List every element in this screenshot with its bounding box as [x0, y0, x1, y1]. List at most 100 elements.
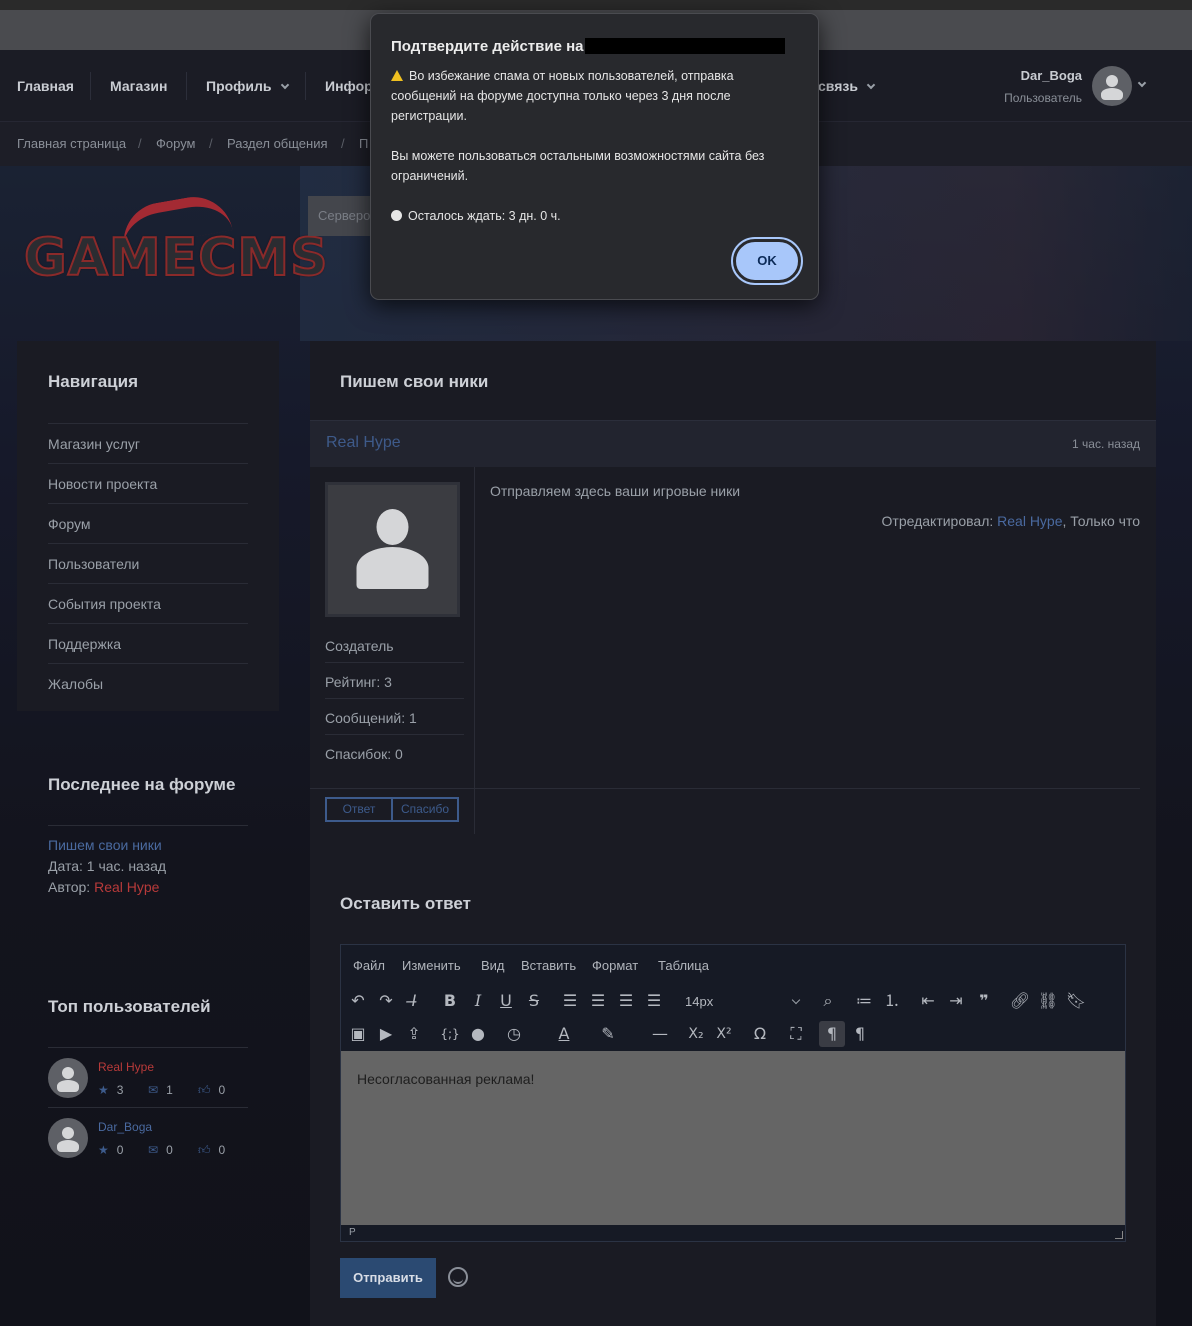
edited-label: Отредактировал:: [881, 513, 998, 529]
menu-table[interactable]: Таблица: [658, 958, 709, 973]
ok-button[interactable]: OK: [731, 237, 803, 285]
align-justify-icon[interactable]: ☰: [641, 988, 667, 1014]
top-user-name[interactable]: Dar_Boga: [98, 1120, 152, 1134]
chevron-down-icon: [280, 80, 289, 90]
upload-icon[interactable]: ⇪: [401, 1021, 427, 1047]
nav-home[interactable]: Главная: [17, 50, 74, 122]
topic-title: Пишем свои ники: [340, 372, 489, 391]
bookmark-icon[interactable]: 🔖︎: [1063, 988, 1089, 1014]
thumbs-up-icon: 👍︎: [198, 1143, 211, 1157]
media-icon[interactable]: ▶: [373, 1021, 399, 1047]
subscript-icon[interactable]: X₂: [683, 1021, 709, 1047]
ltr-direction-icon[interactable]: ¶: [819, 1021, 845, 1047]
menu-insert[interactable]: Вставить: [521, 958, 576, 973]
underline-icon[interactable]: U: [493, 988, 519, 1014]
blockquote-icon[interactable]: ❞: [971, 988, 997, 1014]
sidebar-latest-title: Последнее на форуме: [48, 775, 236, 794]
horizontal-rule-icon[interactable]: —: [647, 1021, 673, 1047]
breadcrumb-home[interactable]: Главная страница: [17, 136, 126, 151]
edited-by-link[interactable]: Real Hype: [997, 513, 1062, 529]
dialog-title: Подтвердите действие на: [391, 38, 584, 55]
sidebar-item-news[interactable]: Новости проекта: [48, 463, 248, 503]
menu-format[interactable]: Формат: [592, 958, 638, 973]
font-size-select[interactable]: 14px: [685, 989, 805, 1015]
bold-icon[interactable]: B: [437, 988, 463, 1014]
rtl-direction-icon[interactable]: ¶: [847, 1021, 873, 1047]
spoiler-icon[interactable]: ●: [465, 1021, 491, 1047]
indent-icon[interactable]: ⇥: [943, 988, 969, 1014]
user-silhouette-icon: [48, 1118, 88, 1158]
italic-icon[interactable]: I: [465, 988, 491, 1014]
divider: [48, 1047, 248, 1048]
breadcrumb-topic[interactable]: П: [359, 136, 368, 151]
sidebar-item-forum[interactable]: Форум: [48, 503, 248, 543]
superscript-icon[interactable]: X²: [711, 1021, 737, 1047]
browser-top-strip: [0, 0, 1192, 10]
align-center-icon[interactable]: ☰: [585, 988, 611, 1014]
top-user-thanks-value: 0: [218, 1083, 226, 1097]
reply-button[interactable]: Ответ: [325, 797, 393, 822]
special-char-icon[interactable]: Ω: [747, 1021, 773, 1047]
sidebar-item-shop[interactable]: Магазин услуг: [48, 423, 248, 463]
post-author-rating: Рейтинг: 3: [325, 674, 392, 690]
user-role: Пользователь: [1004, 91, 1082, 105]
sidebar-item-support[interactable]: Поддержка: [48, 623, 248, 663]
bullet-list-icon[interactable]: ≔: [851, 988, 877, 1014]
menu-view[interactable]: Вид: [481, 958, 505, 973]
fullscreen-icon[interactable]: ⛶: [783, 1021, 809, 1047]
site-logo[interactable]: GAMECMS: [23, 227, 329, 289]
clear-format-icon[interactable]: I̶: [401, 988, 427, 1014]
thanks-button[interactable]: Спасибо: [391, 797, 459, 822]
sidebar-item-complaints[interactable]: Жалобы: [48, 663, 248, 703]
top-user-name[interactable]: Real Hype: [98, 1060, 154, 1074]
highlight-icon[interactable]: ✎: [595, 1021, 621, 1047]
menu-file[interactable]: Файл: [353, 958, 385, 973]
user-silhouette-icon: [328, 485, 457, 614]
avatar[interactable]: [48, 1118, 88, 1158]
search-icon[interactable]: ⌕: [815, 988, 841, 1014]
post-author-avatar[interactable]: [325, 482, 460, 617]
image-icon[interactable]: ▣: [345, 1021, 371, 1047]
unlink-icon[interactable]: ⛓: [1035, 988, 1061, 1014]
text-color-icon[interactable]: A: [551, 1021, 577, 1047]
breadcrumb-section[interactable]: Раздел общения: [227, 136, 328, 151]
editor-content-area[interactable]: Несогласованная реклама!: [341, 1051, 1125, 1225]
link-icon[interactable]: 🔗︎: [1007, 988, 1033, 1014]
resize-handle-icon[interactable]: [1115, 1231, 1123, 1239]
nav-profile[interactable]: Профиль: [206, 50, 289, 122]
editor-text: Несогласованная реклама!: [357, 1071, 535, 1087]
nav-info[interactable]: Инфор: [325, 50, 373, 122]
divider: [325, 698, 464, 699]
avatar[interactable]: [48, 1058, 88, 1098]
menu-edit[interactable]: Изменить: [402, 958, 461, 973]
user-name[interactable]: Dar_Boga: [980, 68, 1082, 83]
code-icon[interactable]: {;}: [437, 1021, 463, 1047]
top-user-rating-value: 3: [116, 1083, 124, 1097]
post-author-link[interactable]: Real Hype: [326, 434, 401, 452]
post-author-messages: Сообщений: 1: [325, 710, 417, 726]
divider: [48, 825, 248, 826]
thumbs-up-icon: 👍︎: [198, 1083, 211, 1097]
outdent-icon[interactable]: ⇤: [915, 988, 941, 1014]
emoji-icon[interactable]: [448, 1267, 468, 1287]
sidebar-item-users[interactable]: Пользователи: [48, 543, 248, 583]
strikethrough-icon[interactable]: S: [521, 988, 547, 1014]
latest-author-link[interactable]: Real Hype: [94, 879, 159, 895]
divider: [325, 662, 464, 663]
numbered-list-icon[interactable]: ⒈: [879, 988, 905, 1014]
latest-topic-link[interactable]: Пишем свои ники: [48, 837, 162, 853]
nav-profile-label: Профиль: [206, 78, 272, 94]
editor-menubar: Файл Изменить Вид Вставить Формат Таблиц…: [341, 945, 1125, 985]
align-right-icon[interactable]: ☰: [613, 988, 639, 1014]
envelope-icon: ✉: [148, 1083, 159, 1097]
align-left-icon[interactable]: ☰: [557, 988, 583, 1014]
undo-icon[interactable]: ↶: [345, 988, 371, 1014]
user-avatar[interactable]: [1092, 66, 1132, 106]
redo-icon[interactable]: ↷: [373, 988, 399, 1014]
clock-icon[interactable]: ◷: [501, 1021, 527, 1047]
send-button[interactable]: Отправить: [340, 1258, 436, 1298]
breadcrumb-forum[interactable]: Форум: [156, 136, 196, 151]
nav-shop[interactable]: Магазин: [110, 50, 167, 122]
nav-contact[interactable]: связь: [818, 50, 876, 122]
sidebar-item-events[interactable]: События проекта: [48, 583, 248, 623]
